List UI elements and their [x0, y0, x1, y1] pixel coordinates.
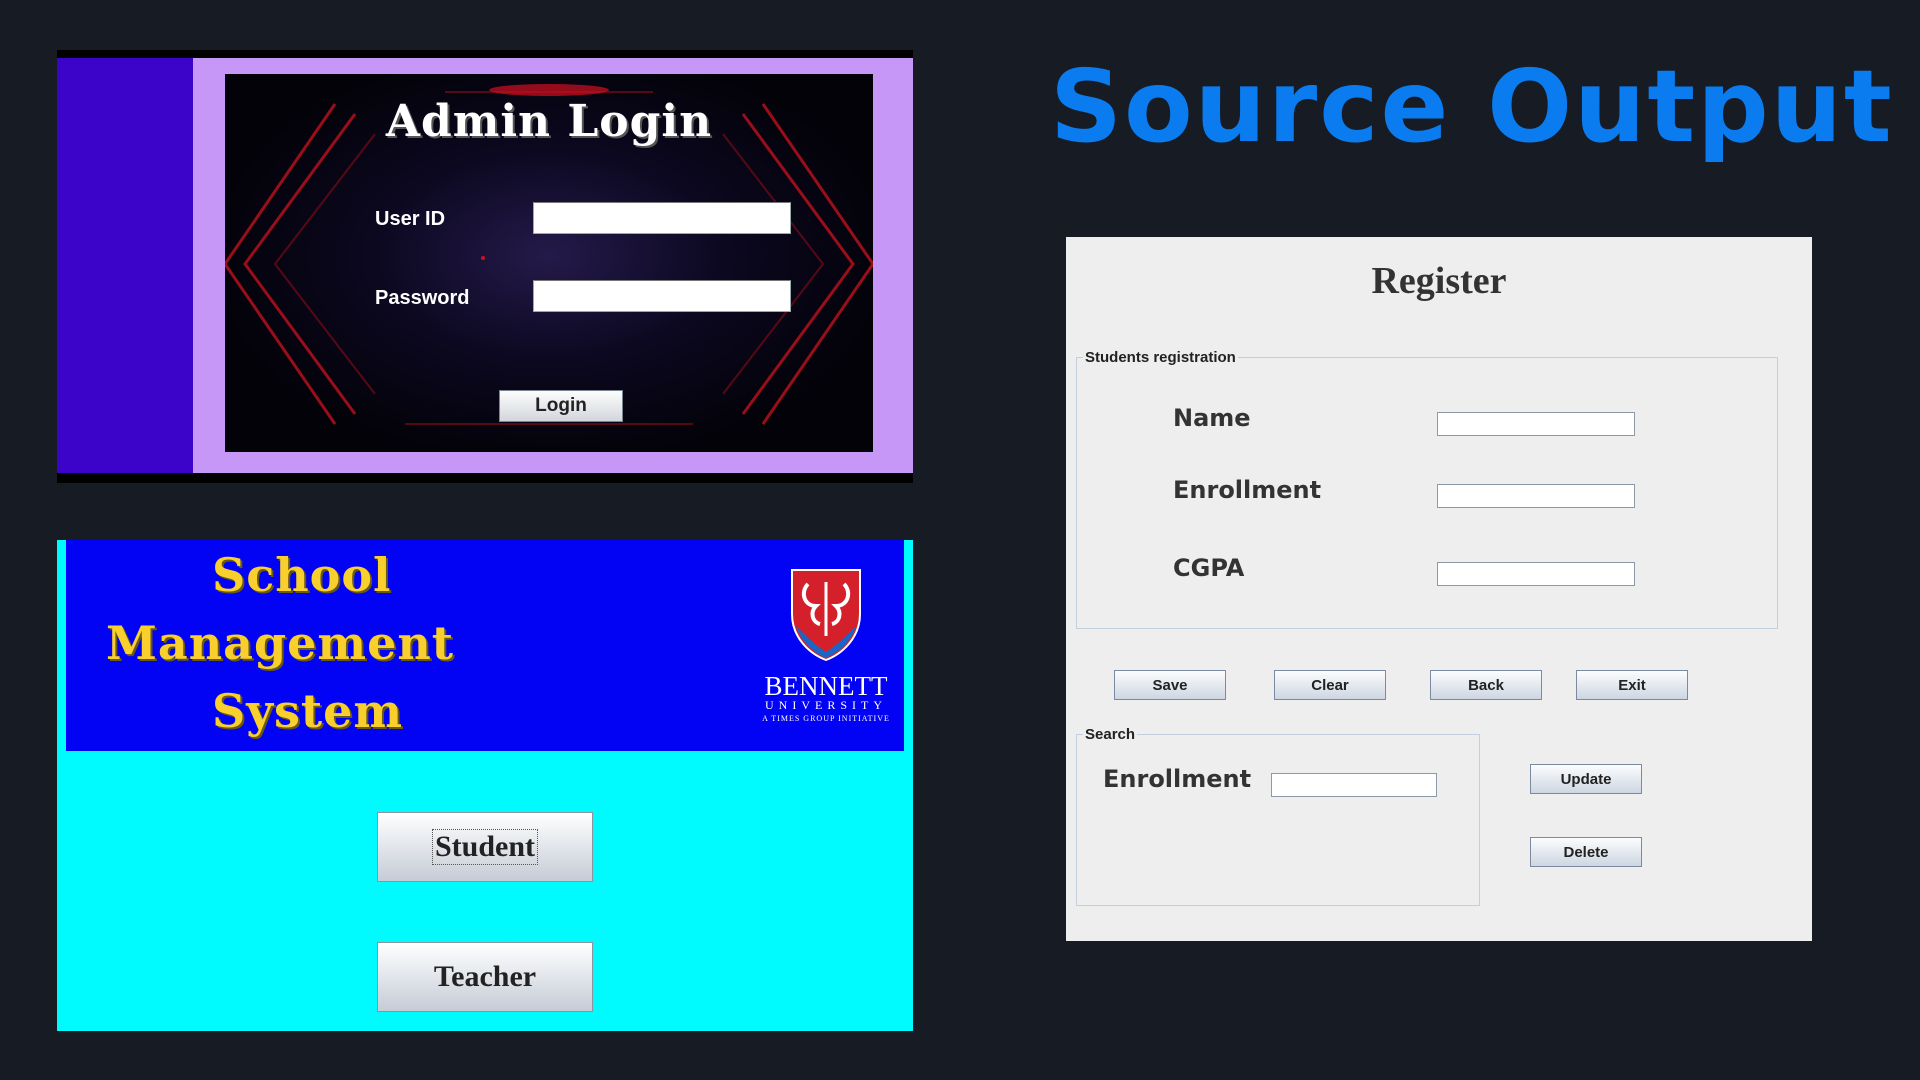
enrollment-label: Enrollment	[1173, 476, 1322, 504]
school-title-line-3: System	[212, 684, 404, 738]
search-enrollment-input[interactable]	[1271, 773, 1437, 797]
register-title: Register	[1371, 260, 1507, 302]
search-group: Search Enrollment	[1076, 726, 1480, 906]
user-id-label: User ID	[375, 208, 446, 230]
university-name: BENNETT	[764, 671, 888, 701]
cgpa-label: CGPA	[1173, 554, 1245, 582]
back-button[interactable]: Back	[1430, 670, 1542, 700]
bennett-crest-icon	[791, 569, 861, 662]
students-registration-group: Students registration Name Enrollment CG…	[1076, 349, 1778, 629]
teacher-button[interactable]: Teacher	[377, 942, 593, 1012]
enrollment-input[interactable]	[1437, 484, 1635, 508]
search-enrollment-label: Enrollment	[1103, 765, 1252, 793]
students-registration-legend: Students registration	[1083, 349, 1238, 366]
school-management-window: School Management System BENNETT UNIVERS…	[57, 540, 913, 1031]
login-button[interactable]: Login	[499, 390, 623, 422]
source-output-heading: Source Output	[1050, 48, 1894, 165]
student-button[interactable]: Student	[377, 812, 593, 882]
exit-button[interactable]: Exit	[1576, 670, 1688, 700]
university-sub: UNIVERSITY	[765, 698, 887, 712]
register-window: Register Students registration Name Enro…	[1066, 237, 1812, 941]
cgpa-input[interactable]	[1437, 562, 1635, 586]
admin-login-window: Admin Login User ID Password Login	[57, 50, 913, 483]
school-title-line-1: School	[212, 548, 392, 602]
name-label: Name	[1173, 404, 1251, 432]
password-label: Password	[375, 287, 470, 309]
school-title-line-2: Management	[106, 616, 455, 670]
password-input[interactable]	[533, 280, 791, 312]
save-button[interactable]: Save	[1114, 670, 1226, 700]
university-tagline: A TIMES GROUP INITIATIVE	[762, 714, 890, 723]
name-input[interactable]	[1437, 412, 1635, 436]
login-panel: Admin Login User ID Password Login	[225, 74, 873, 452]
clear-button[interactable]: Clear	[1274, 670, 1386, 700]
update-button[interactable]: Update	[1530, 764, 1642, 794]
student-button-label: Student	[431, 829, 539, 865]
admin-login-title: Admin Login	[385, 96, 713, 147]
search-legend: Search	[1083, 726, 1138, 743]
delete-button[interactable]: Delete	[1530, 837, 1642, 867]
school-banner: School Management System BENNETT UNIVERS…	[66, 540, 904, 751]
user-id-input[interactable]	[533, 202, 791, 234]
login-side-bar	[57, 58, 193, 473]
